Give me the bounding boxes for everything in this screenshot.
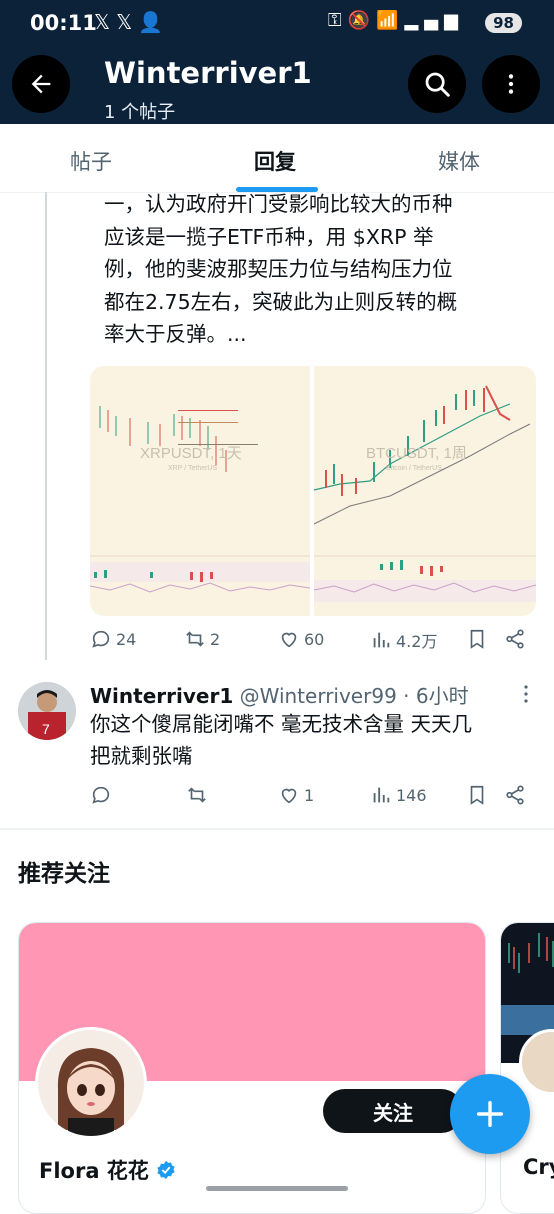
reply-header[interactable]: Winterriver1 @Winterriver99 · 6小时 (90, 680, 530, 709)
x-icon: 𝕏 (94, 10, 117, 34)
section-divider (0, 828, 554, 830)
card-user-name[interactable]: Flora 花花 (39, 1155, 177, 1185)
like-button[interactable]: 60 (278, 628, 324, 650)
views-button[interactable]: 146 (370, 784, 427, 806)
arrow-left-icon (31, 74, 51, 94)
view-count: 146 (396, 785, 427, 805)
card-user-name-text: Flora 花花 (39, 1159, 149, 1183)
reply-button[interactable]: 24 (90, 628, 136, 650)
key-icon: ⚿ (327, 10, 348, 31)
like-button[interactable]: 1 (278, 784, 314, 806)
media-images: XRPUSDT, 1天 XRP / TetherUS BTCUSDT, 1周 B… (90, 366, 536, 616)
plus-icon (476, 1100, 504, 1128)
notification-icons: 𝕏𝕏👤 (94, 10, 169, 34)
back-button[interactable] (12, 55, 70, 113)
more-vertical-icon (508, 74, 514, 94)
share-button[interactable] (504, 784, 530, 806)
status-time: 00:11 (30, 11, 97, 35)
post-body[interactable]: 一，认为政府开门受影响比较大的币种 应该是一揽子ETF币种，用 $XRP 举 例… (104, 188, 524, 351)
more-vertical-icon (524, 685, 528, 703)
user-avatar-image: 7 (18, 682, 76, 740)
bookmark-icon (470, 785, 484, 805)
bookmark-button[interactable] (466, 784, 492, 806)
heart-icon (281, 632, 297, 648)
reply-more-button[interactable] (520, 684, 532, 709)
tab-media[interactable]: 媒体 (438, 146, 480, 176)
compose-button[interactable] (450, 1074, 530, 1154)
btc-watermark-sub: Bitcoin / TetherUS (386, 465, 442, 472)
reply-icon (92, 786, 110, 804)
share-button[interactable] (504, 628, 530, 650)
reply-author-handle: @Winterriver99 · 6小时 (239, 684, 469, 708)
follow-button[interactable]: 关注 (323, 1089, 463, 1133)
repost-button[interactable]: 2 (184, 628, 220, 650)
post-count: 1 个帖子 (104, 102, 176, 123)
recommend-card[interactable]: 关注 Flora 花花 (18, 922, 486, 1214)
profile-tabs: 帖子 回复 媒体 (0, 124, 554, 193)
signal-icon: ▂▄▆ (404, 10, 464, 31)
heart-icon (281, 788, 297, 804)
status-bar: 00:11 𝕏𝕏👤 ⚿🔕📶▂▄▆ 98 (0, 0, 554, 50)
share-icon (506, 785, 524, 805)
btc-watermark: BTCUSDT, 1周 (366, 445, 467, 462)
reply-author-name[interactable]: Winterriver1 (90, 684, 233, 708)
post-text: 一，认为政府开门受影响比较大的币种 应该是一揽子ETF币种，用 $XRP 举 例… (104, 192, 458, 346)
recommend-card[interactable]: Cry (500, 922, 554, 1214)
user-avatar-image (38, 1030, 144, 1136)
reply-count: 24 (116, 629, 137, 649)
reply-actions: 1 146 (90, 784, 530, 814)
views-chart-icon (373, 632, 390, 648)
profile-title: Winterriver1 (104, 56, 312, 90)
search-icon (425, 72, 450, 97)
x-icon: 𝕏 (116, 10, 139, 34)
tab-replies[interactable]: 回复 (254, 146, 296, 176)
reply-icon (92, 630, 110, 648)
more-options-button[interactable] (482, 55, 540, 113)
share-icon (506, 629, 524, 649)
verified-badge-icon (157, 1160, 175, 1180)
system-icons: ⚿🔕📶▂▄▆ (328, 10, 464, 31)
thread-connector (45, 192, 47, 660)
bookmark-icon (470, 629, 484, 649)
tab-posts[interactable]: 帖子 (70, 146, 112, 176)
top-bar: 00:11 𝕏𝕏👤 ⚿🔕📶▂▄▆ 98 Winterriver1 1 个帖子 (0, 0, 554, 124)
view-count: 4.2万 (396, 632, 438, 651)
repost-count: 2 (210, 629, 221, 649)
recommend-title: 推荐关注 (18, 861, 110, 887)
wifi-icon: 📶 (376, 10, 405, 31)
bookmark-button[interactable] (466, 628, 492, 650)
repost-icon (186, 631, 204, 647)
like-count: 1 (304, 785, 315, 805)
xrp-watermark-sub: XRP / TetherUS (168, 465, 217, 472)
repost-icon (188, 787, 206, 803)
search-button[interactable] (408, 55, 466, 113)
post-media[interactable]: XRPUSDT, 1天 XRP / TetherUS BTCUSDT, 1周 B… (90, 366, 536, 616)
xrp-watermark: XRPUSDT, 1天 (140, 445, 242, 462)
like-count: 60 (304, 629, 325, 649)
post-actions: 24 2 60 4.2万 (90, 628, 530, 658)
reply-body[interactable]: 你这个傻屌能闭嘴不 毫无技术含量 天天几 把就剩张嘴 (90, 708, 530, 772)
svg-text:7: 7 (42, 721, 50, 737)
home-indicator[interactable] (206, 1186, 348, 1191)
views-chart-icon (373, 787, 390, 803)
battery-level: 98 (485, 13, 522, 33)
repost-button[interactable] (186, 784, 212, 806)
reply-text: 你这个傻屌能闭嘴不 毫无技术含量 天天几 把就剩张嘴 (90, 712, 473, 768)
views-button[interactable]: 4.2万 (370, 628, 437, 652)
mute-icon: 🔕 (347, 10, 377, 31)
card-user-name[interactable]: Cry (523, 1155, 554, 1179)
person-add-icon: 👤 (138, 10, 170, 34)
avatar[interactable]: 7 (18, 682, 76, 740)
reply-button[interactable] (90, 784, 116, 806)
avatar[interactable] (35, 1027, 147, 1139)
